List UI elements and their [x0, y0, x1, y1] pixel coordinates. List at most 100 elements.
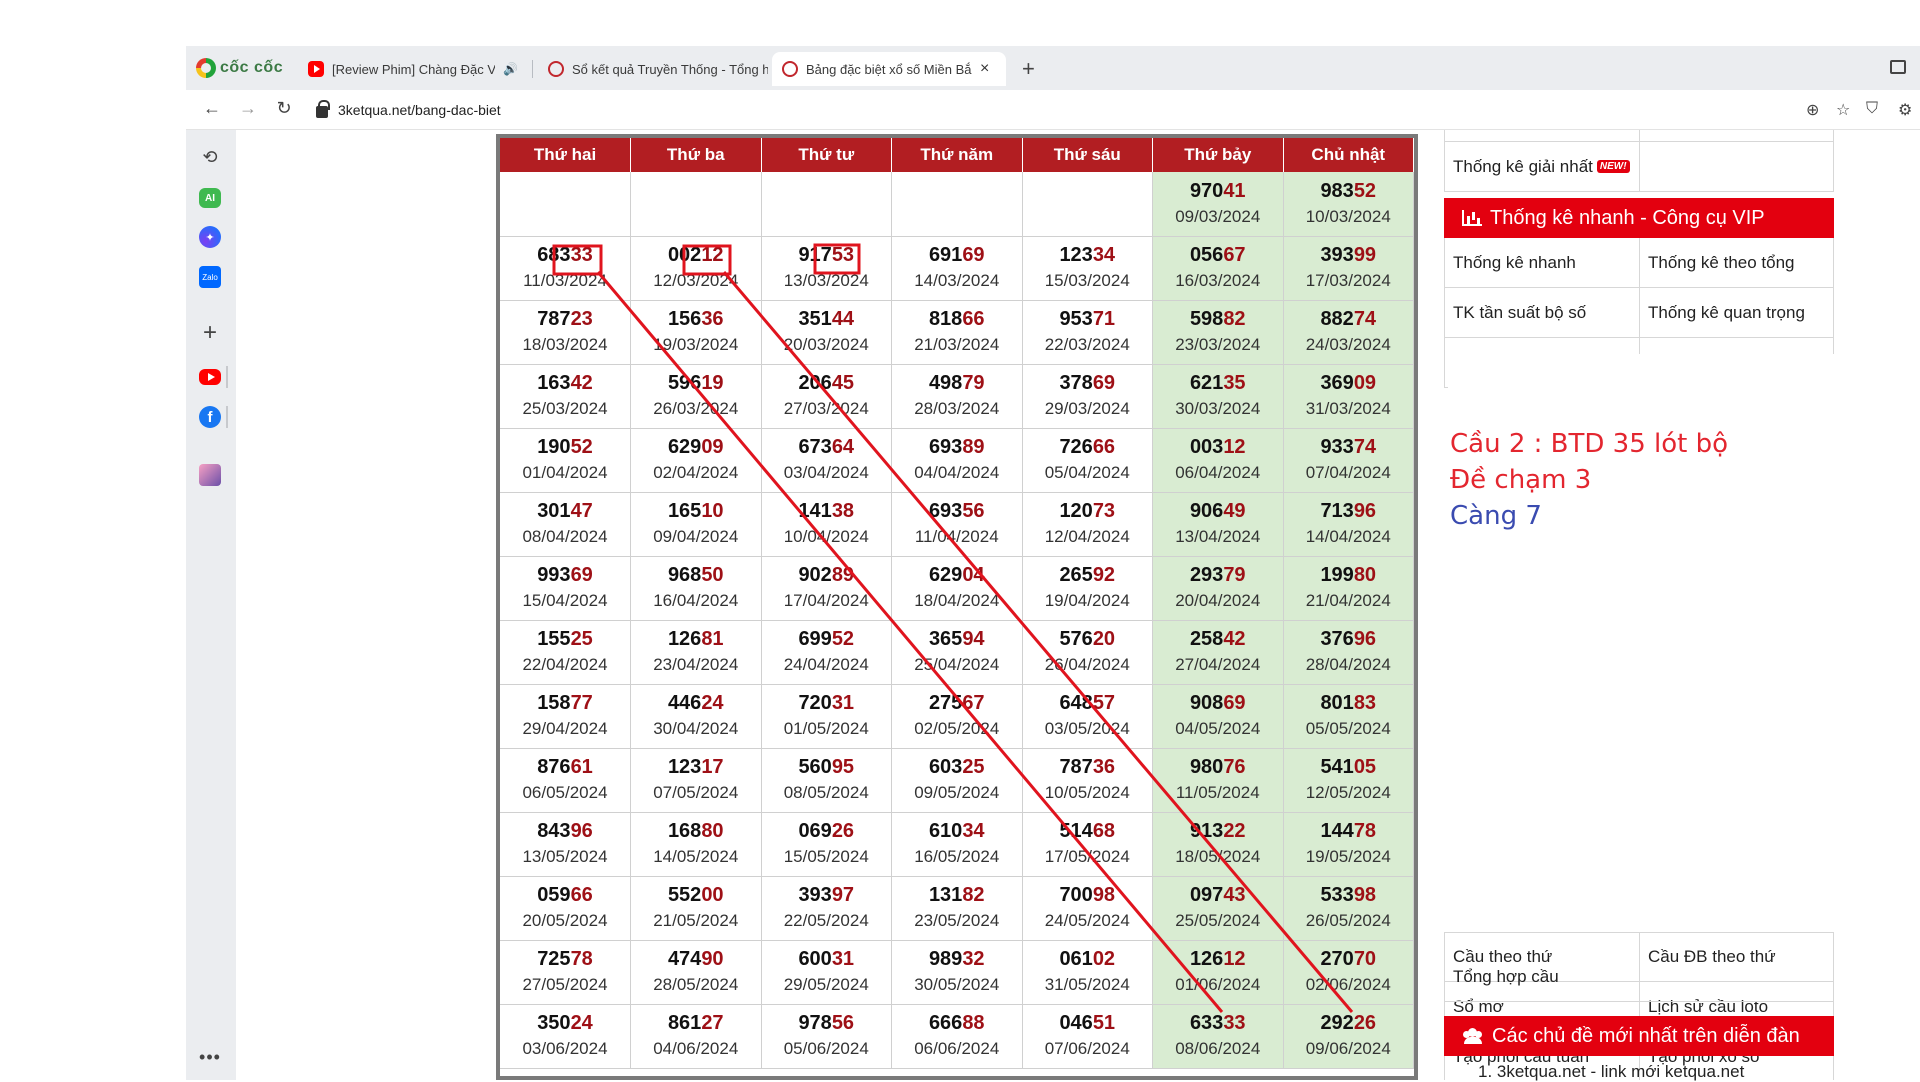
prize-number: 67364	[762, 435, 892, 459]
result-cell: 54105 12/05/2024	[1283, 748, 1414, 813]
draw-date: 16/05/2024	[914, 847, 1000, 866]
prize-number: 36594	[892, 627, 1022, 651]
lock-icon[interactable]	[316, 100, 330, 118]
draw-date: 10/04/2024	[783, 527, 869, 546]
link-thong-ke-nhanh[interactable]: Thống kê nhanh	[1445, 238, 1639, 287]
reload-icon[interactable]: ↻	[272, 98, 296, 119]
tab-search-icon[interactable]	[1890, 60, 1906, 74]
result-cell: 96850 16/04/2024	[630, 556, 762, 621]
browser-brand[interactable]: cốc cốc	[196, 56, 283, 80]
result-cell: 47490 28/05/2024	[630, 940, 762, 1005]
tab-bang-dac-biet[interactable]: Bảng đặc biệt xổ số Miền Bắ ×	[772, 52, 1006, 86]
draw-date: 12/04/2024	[1044, 527, 1130, 546]
draw-date: 19/05/2024	[1305, 847, 1391, 866]
prize-number: 13182	[892, 883, 1022, 907]
prize-tail-digits: 77	[570, 692, 593, 714]
forward-icon[interactable]: →	[236, 98, 260, 119]
tab-review-phim[interactable]: [Review Phim] Chàng Đặc Vụ E 🔊	[298, 52, 528, 86]
prize-head-digits: 002	[667, 244, 702, 266]
ai-assistant-icon[interactable]: AI	[199, 188, 221, 208]
url-text[interactable]: 3ketqua.net/bang-dac-biet	[338, 102, 501, 118]
draw-date: 16/04/2024	[653, 591, 739, 610]
zoom-icon[interactable]: ⊕	[1806, 100, 1819, 120]
prize-tail-digits: 64	[831, 436, 855, 458]
prize-tail-digits: 34	[962, 820, 985, 842]
forum-topic-link[interactable]: 1. 3ketqua.net - link mới ketqua.net	[1478, 1062, 1744, 1082]
bookmark-star-icon[interactable]: ☆	[1836, 100, 1850, 120]
link-thong-ke-quan-trong[interactable]: Thống kê quan trọng	[1639, 288, 1833, 337]
history-icon[interactable]: ⟲	[197, 144, 223, 170]
prize-number: 72666	[1023, 435, 1153, 459]
zalo-icon[interactable]: Zalo	[199, 266, 221, 288]
prize-number: 80183	[1284, 691, 1414, 715]
prize-head-digits: 596	[667, 372, 702, 394]
draw-date: 17/04/2024	[783, 591, 869, 610]
prize-tail-digits: 12	[701, 244, 724, 266]
result-cell: 25842 27/04/2024	[1152, 620, 1284, 685]
prize-number: 69389	[892, 435, 1022, 459]
prize-head-digits: 633	[1189, 1012, 1224, 1034]
prize-head-digits: 003	[1189, 436, 1224, 458]
rp-row-partial	[1444, 130, 1834, 142]
prize-head-digits: 350	[537, 1012, 571, 1034]
prize-tail-digits: 19	[701, 372, 724, 394]
draw-date: 04/06/2024	[653, 1039, 739, 1058]
result-cell: 62904 18/04/2024	[891, 556, 1023, 621]
result-cell: 04651 07/06/2024	[1022, 1004, 1153, 1069]
table-row: 19052 01/04/2024 62909 02/04/2024 67364 03/04…	[500, 428, 1414, 493]
prize-head-digits: 206	[798, 372, 832, 394]
link-tk-tan-suat-bo-so[interactable]: TK tần suất bộ số	[1445, 288, 1639, 337]
prize-tail-digits: 67	[962, 692, 985, 714]
prize-number: 55200	[631, 883, 761, 907]
link-thong-ke-theo-tong[interactable]: Thống kê theo tổng	[1639, 238, 1833, 287]
table-body: 97041 09/03/2024 98352 10/03/2024 68333 11/03…	[500, 172, 1414, 1069]
facebook-icon[interactable]: f	[199, 406, 221, 428]
result-cell: 20645 27/03/2024	[761, 364, 892, 429]
prize-tail-digits: 04	[962, 564, 985, 586]
youtube-icon[interactable]	[199, 369, 221, 385]
prize-tail-digits: 79	[962, 372, 985, 394]
prize-number: 37696	[1284, 627, 1414, 651]
draw-date: 14/04/2024	[1305, 527, 1391, 546]
close-tab-icon[interactable]: ×	[980, 60, 989, 78]
game-app-icon[interactable]	[199, 464, 221, 486]
prize-tail-digits: 36	[701, 308, 724, 330]
draw-date: 17/05/2024	[1044, 847, 1130, 866]
prize-tail-digits: 44	[831, 308, 855, 330]
extensions-icon[interactable]: ⚙	[1898, 100, 1912, 120]
draw-date: 22/04/2024	[522, 655, 608, 674]
more-options-icon[interactable]: •••	[197, 1044, 223, 1070]
prize-head-digits: 258	[1189, 628, 1224, 650]
link-thong-ke-giai-nhat[interactable]: Thống kê giải nhất NEW!	[1445, 142, 1639, 191]
annotation-box: Cầu 2 : BTD 35 lót bộ Đề chạm 3 Càng 7	[1448, 354, 1894, 816]
result-cell: 30147 08/04/2024	[500, 492, 631, 557]
prize-number: 30147	[500, 499, 630, 523]
add-sidebar-item-icon[interactable]: +	[197, 319, 223, 346]
result-cell: 37696 28/04/2024	[1283, 620, 1414, 685]
result-cell: 14478 19/05/2024	[1283, 812, 1414, 877]
address-bar[interactable]: 3ketqua.net/bang-dac-biet	[306, 94, 1906, 126]
result-cell: 69169 14/03/2024	[891, 236, 1023, 301]
table-row: 68333 11/03/2024 00212 12/03/2024 91753 13/03…	[500, 236, 1414, 301]
link-tong-hop-cau[interactable]: Tổng hợp cầu	[1445, 952, 1639, 1001]
prize-number: 15525	[500, 627, 630, 651]
prize-number: 14478	[1284, 819, 1414, 843]
prize-number: 29226	[1284, 1011, 1414, 1035]
ketqua-favicon-icon	[548, 61, 564, 77]
result-cell: 72666 05/04/2024	[1022, 428, 1153, 493]
prize-number: 69356	[892, 499, 1022, 523]
back-icon[interactable]: ←	[200, 98, 224, 119]
new-tab-button[interactable]: +	[1022, 56, 1035, 82]
result-cell: 53398 26/05/2024	[1283, 876, 1414, 941]
messenger-icon[interactable]: ✦	[199, 226, 221, 248]
speaker-icon[interactable]: 🔊	[503, 62, 518, 76]
prize-number: 36909	[1284, 371, 1414, 395]
prize-head-digits: 610	[928, 820, 963, 842]
prize-tail-digits: 69	[570, 564, 593, 586]
shield-icon[interactable]: ⛉	[1866, 100, 1878, 118]
result-cell: 37869 29/03/2024	[1022, 364, 1153, 429]
prize-number: 98932	[892, 947, 1022, 971]
result-cell: 69952 24/04/2024	[761, 620, 892, 685]
draw-date: 24/04/2024	[783, 655, 869, 674]
result-cell: 29226 09/06/2024	[1283, 1004, 1414, 1069]
